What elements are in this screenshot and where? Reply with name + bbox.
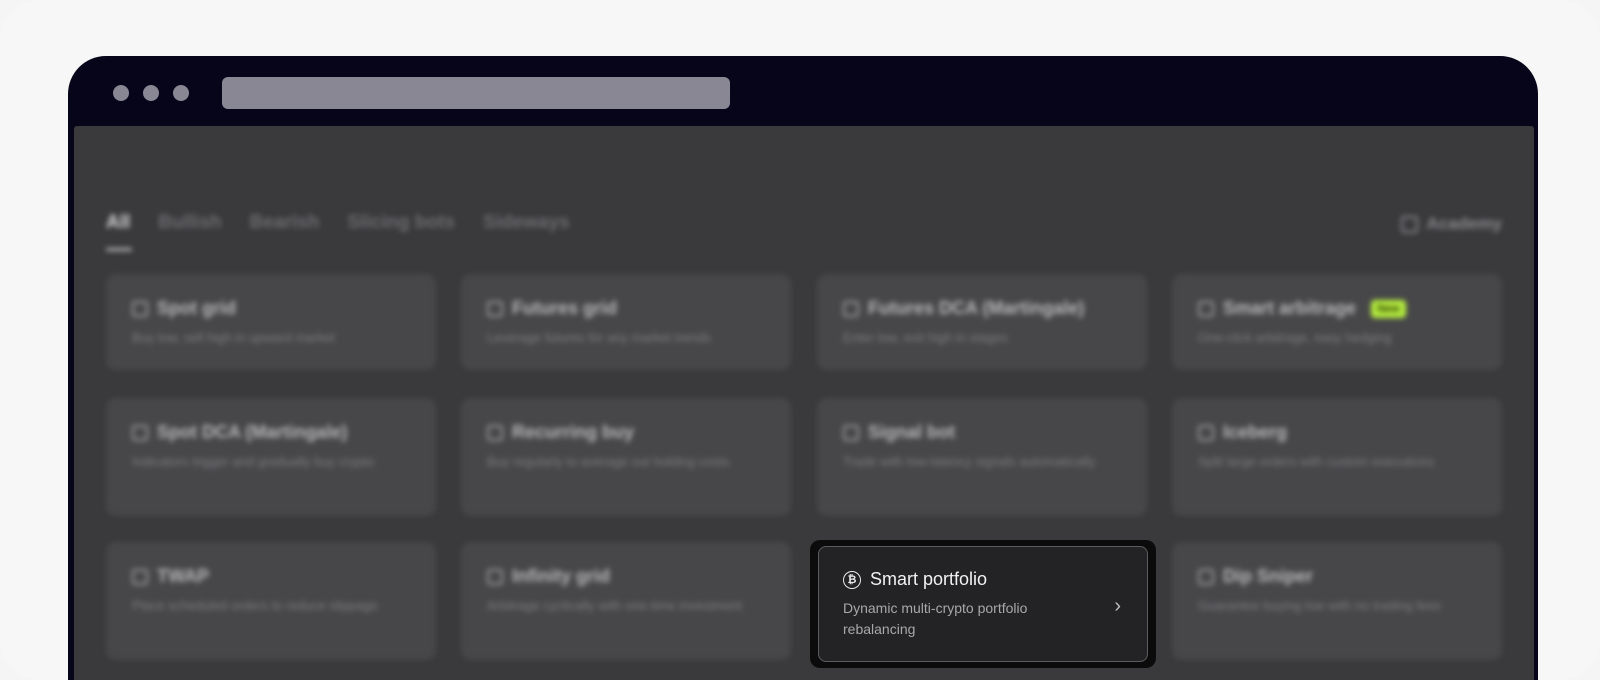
window-control-dot[interactable] bbox=[143, 85, 159, 101]
dca-icon bbox=[843, 300, 859, 317]
window-controls bbox=[113, 85, 189, 101]
category-tabs: All Bullish Bearish Slicing bots Sideway… bbox=[106, 212, 598, 251]
futures-icon bbox=[487, 300, 503, 317]
sniper-icon bbox=[1198, 568, 1214, 585]
bot-card-title: TWAP bbox=[157, 566, 209, 586]
page-backdrop: All Bullish Bearish Slicing bots Sideway… bbox=[0, 0, 1600, 680]
bot-card[interactable]: Spot DCA (Martingale) Indicators trigger… bbox=[106, 398, 436, 516]
iceberg-icon bbox=[1198, 424, 1214, 441]
bot-card-desc: Leverage futures for any market trends bbox=[487, 330, 712, 345]
bot-card[interactable]: Signal bot Trade with low-latency signal… bbox=[817, 398, 1147, 516]
bot-card-title: Dip Sniper bbox=[1223, 566, 1314, 586]
bot-card-title: Signal bot bbox=[868, 422, 955, 442]
grid-icon bbox=[132, 300, 148, 317]
tab-slicing-bots[interactable]: Slicing bots bbox=[347, 212, 455, 234]
arbitrage-icon bbox=[1198, 300, 1214, 317]
page-viewport: All Bullish Bearish Slicing bots Sideway… bbox=[74, 126, 1534, 680]
bot-card-title: Futures DCA (Martingale) bbox=[868, 298, 1085, 318]
tab-sideways[interactable]: Sideways bbox=[483, 212, 570, 234]
new-badge: New bbox=[1371, 299, 1406, 318]
browser-window: All Bullish Bearish Slicing bots Sideway… bbox=[68, 56, 1538, 680]
tab-bearish[interactable]: Bearish bbox=[250, 212, 320, 234]
address-bar[interactable] bbox=[222, 77, 730, 109]
bot-card-desc: Place scheduled orders to reduce slippag… bbox=[132, 598, 378, 613]
tab-all[interactable]: All bbox=[106, 212, 133, 251]
clock-icon bbox=[132, 568, 148, 585]
smart-portfolio-desc: Dynamic multi-crypto portfolio rebalanci… bbox=[843, 600, 1028, 637]
bot-card-title: Smart arbitrage bbox=[1223, 298, 1357, 318]
bot-card-desc: Indicators trigger and gradually buy cry… bbox=[132, 454, 375, 469]
bot-card-desc: Arbitrage cyclically with one-time inves… bbox=[487, 598, 743, 613]
bot-card-title: Futures grid bbox=[512, 298, 618, 318]
bot-card-desc: Guarantee buying low with no trading fee… bbox=[1198, 598, 1441, 613]
book-icon bbox=[1401, 215, 1419, 233]
window-control-dot[interactable] bbox=[173, 85, 189, 101]
bot-card-title: Infinity grid bbox=[512, 566, 610, 586]
bot-card-desc: Trade with low-latency signals automatic… bbox=[843, 454, 1096, 469]
window-control-dot[interactable] bbox=[113, 85, 129, 101]
academy-link[interactable]: Academy bbox=[1401, 214, 1502, 234]
tab-bullish[interactable]: Bullish bbox=[158, 212, 221, 234]
signal-icon bbox=[843, 424, 859, 441]
bot-card-title: Recurring buy bbox=[512, 422, 635, 442]
bitcoin-coin-icon: ₿ bbox=[843, 570, 861, 589]
bot-card[interactable]: TWAP Place scheduled orders to reduce sl… bbox=[106, 542, 436, 660]
calendar-icon bbox=[487, 424, 503, 441]
bot-card[interactable]: Spot grid Buy low, sell high in upward m… bbox=[106, 274, 436, 370]
bot-card[interactable]: Smart arbitrage New One-click arbitrage, … bbox=[1172, 274, 1502, 370]
bot-card-desc: Buy low, sell high in upward market bbox=[132, 330, 336, 345]
bot-card[interactable]: Futures grid Leverage futures for any ma… bbox=[461, 274, 791, 370]
bot-card[interactable]: Recurring buy Buy regularly to average o… bbox=[461, 398, 791, 516]
chevron-right-icon[interactable]: › bbox=[1114, 595, 1121, 618]
bot-card-desc: Split large orders with custom execution… bbox=[1198, 454, 1435, 469]
bot-card-title: Iceberg bbox=[1223, 422, 1288, 442]
bot-card-title: Spot DCA (Martingale) bbox=[157, 422, 348, 442]
dca-icon bbox=[132, 424, 148, 441]
bot-card[interactable]: Infinity grid Arbitrage cyclically with … bbox=[461, 542, 791, 660]
smart-portfolio-card[interactable]: ₿ Smart portfolio Dynamic multi-crypto p… bbox=[818, 546, 1148, 662]
academy-label: Academy bbox=[1426, 214, 1502, 233]
bot-card[interactable]: Iceberg Split large orders with custom e… bbox=[1172, 398, 1502, 516]
bot-card-desc: Enter low, exit high in stages bbox=[843, 330, 1008, 345]
bot-grid: Spot grid Buy low, sell high in upward m… bbox=[106, 274, 1502, 680]
bot-card-desc: One-click arbitrage, easy hedging bbox=[1198, 330, 1392, 345]
infinity-icon bbox=[487, 568, 503, 585]
blurred-content: All Bullish Bearish Slicing bots Sideway… bbox=[74, 126, 1534, 680]
bot-card-title: Spot grid bbox=[157, 298, 236, 318]
bot-card[interactable]: Dip Sniper Guarantee buying low with no … bbox=[1172, 542, 1502, 660]
bot-card[interactable]: Futures DCA (Martingale) Enter low, exit… bbox=[817, 274, 1147, 370]
smart-portfolio-title: Smart portfolio bbox=[870, 569, 988, 589]
bot-card-desc: Buy regularly to average out holding cos… bbox=[487, 454, 730, 469]
